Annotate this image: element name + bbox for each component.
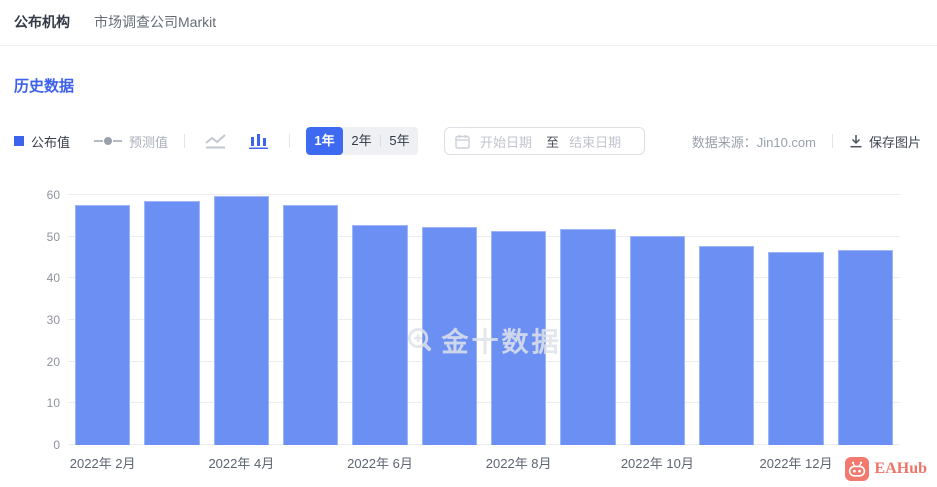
y-axis-tick-label: 40 xyxy=(46,271,60,286)
bar[interactable] xyxy=(282,205,339,445)
range-button-group: 1年 2年 5年 xyxy=(306,127,419,155)
data-source-text: 数据来源：Jin10.com xyxy=(691,134,816,150)
publisher-label: 公布机构 xyxy=(14,14,70,30)
y-axis-tick-label: 30 xyxy=(46,313,60,327)
x-axis-tick-label: 2022年 12月 xyxy=(759,456,833,471)
save-image-label: 保存图片 xyxy=(868,134,921,150)
robot-icon xyxy=(844,457,869,481)
legend-forecast-value[interactable]: 预测值 xyxy=(70,132,168,151)
divider xyxy=(289,134,291,148)
y-axis-tick-label: 20 xyxy=(46,354,60,369)
y-axis-tick-label: 0 xyxy=(53,438,60,452)
calendar-icon xyxy=(455,134,470,149)
start-date-input[interactable]: 开始日期 xyxy=(480,132,532,151)
line-dot-icon xyxy=(94,137,123,145)
bar[interactable] xyxy=(421,226,478,445)
divider xyxy=(184,134,186,148)
chart-toolbar: 公布值 预测值 1年 2年 5年 开始日期 至 结束日期 数据来源：Jin10.… xyxy=(14,127,921,155)
eahub-logo: EAHub xyxy=(844,457,927,481)
gridline xyxy=(68,194,900,195)
range-button-2y[interactable]: 2年 xyxy=(343,127,380,155)
x-axis-tick-label: 2022年 6月 xyxy=(347,456,413,471)
bar[interactable] xyxy=(213,195,270,445)
date-range-picker[interactable]: 开始日期 至 结束日期 xyxy=(444,127,646,155)
section-title-history-data: 历史数据 xyxy=(14,78,75,95)
divider xyxy=(831,134,833,148)
blue-square-icon xyxy=(14,136,24,146)
bar-chart-icon[interactable] xyxy=(245,131,273,151)
x-axis-tick-label: 2022年 4月 xyxy=(208,456,275,471)
publisher-header: 公布机构 市场调查公司Markit xyxy=(0,0,937,46)
range-button-1y[interactable]: 1年 xyxy=(306,127,344,155)
history-bar-chart: 金十数据 0 10 20 30 40 50 60 2022年 2月 2022年 4月 2022年 … xyxy=(0,189,937,471)
x-axis-tick-label: 2022年 8月 xyxy=(485,456,552,471)
end-date-input[interactable]: 结束日期 xyxy=(569,132,621,151)
download-icon xyxy=(850,135,862,148)
bar[interactable] xyxy=(629,236,686,445)
legend-label: 公布值 xyxy=(31,134,71,150)
line-chart-icon[interactable] xyxy=(201,132,231,151)
bar[interactable] xyxy=(837,249,894,445)
bar[interactable] xyxy=(352,225,408,445)
bar[interactable] xyxy=(698,246,755,445)
save-image-button[interactable]: 保存图片 xyxy=(849,132,921,151)
bar[interactable] xyxy=(74,205,131,445)
legend-label: 预测值 xyxy=(129,134,169,150)
y-axis-tick-label: 10 xyxy=(46,396,60,411)
x-axis-tick-label: 2022年 2月 xyxy=(69,456,136,471)
y-axis-tick-label: 60 xyxy=(46,188,60,202)
y-axis-tick-label: 50 xyxy=(46,229,60,244)
bar[interactable] xyxy=(490,230,547,445)
x-axis-tick-label: 2022年 10月 xyxy=(620,456,694,471)
eahub-logo-text: EAHub xyxy=(874,460,927,477)
bar[interactable] xyxy=(768,252,824,445)
bar[interactable] xyxy=(144,200,200,445)
date-separator: 至 xyxy=(546,134,560,150)
bar[interactable] xyxy=(560,229,616,445)
plot-area: 金十数据 0 10 20 30 40 50 60 2022年 2月 2022年 4月 2022年 … xyxy=(47,189,900,471)
publisher-value: 市场调查公司Markit xyxy=(94,14,217,30)
range-button-5y[interactable]: 5年 xyxy=(381,127,418,155)
legend-published-value[interactable]: 公布值 xyxy=(14,132,70,151)
